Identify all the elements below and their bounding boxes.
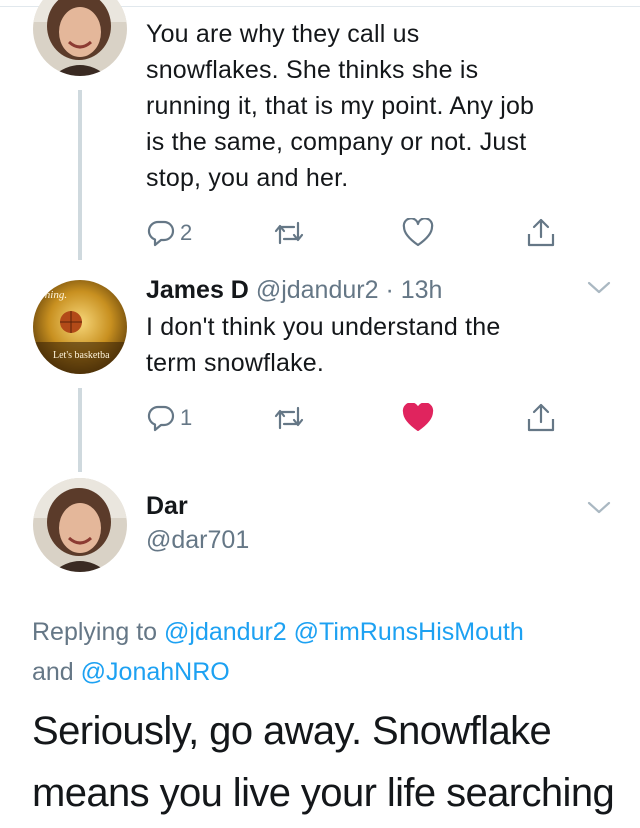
tweet-line: snowflakes. She thinks she is (146, 56, 479, 84)
tweet-line: is the same, company or not. Just (146, 128, 527, 156)
reply-count: 1 (180, 405, 193, 430)
tweet-line: Seriously, go away. Snowflake (32, 709, 552, 753)
share-icon (527, 218, 555, 247)
chevron-down-icon (587, 501, 611, 514)
avatar-caption-bottom: Let's basketba (53, 350, 110, 361)
mention-link[interactable]: @JonahNRO (81, 658, 230, 686)
timestamp[interactable]: 13h (401, 276, 443, 304)
tweet-menu-button[interactable] (586, 500, 612, 521)
tweet-line: running it, that is my point. Any job (146, 92, 535, 120)
tweet-line: term snowflake. (146, 349, 325, 377)
focused-handle-row: @dar701 (146, 524, 249, 556)
like-button[interactable] (402, 398, 434, 438)
separator-dot: · (385, 276, 394, 304)
retweet-icon (274, 221, 304, 245)
thread-line (78, 90, 82, 260)
tweet-line: You are why they call us (146, 20, 420, 48)
chevron-down-icon (587, 281, 611, 294)
tweet-text: You are why they call us snowflakes. She… (146, 16, 534, 196)
avatar-photo: orning. Let's basketba (33, 280, 127, 374)
tweet-line: means you live your life searching (32, 771, 615, 815)
retweet-icon (274, 406, 304, 430)
like-button[interactable] (402, 213, 434, 253)
mention-link[interactable]: @jdandur2 (164, 618, 287, 646)
tweet-text: I don't think you understand the term sn… (146, 309, 500, 381)
share-button[interactable] (526, 398, 556, 438)
reply-icon (147, 220, 175, 247)
mention-link[interactable]: @TimRunsHisMouth (294, 618, 524, 646)
retweet-button[interactable] (272, 213, 306, 253)
user-handle[interactable]: @dar701 (146, 526, 249, 554)
reply-button[interactable]: 2 (146, 213, 192, 253)
replying-to-label: Replying to (32, 618, 158, 646)
display-name[interactable]: Dar (146, 492, 188, 520)
avatar-photo (33, 0, 127, 76)
like-icon (402, 218, 434, 247)
replying-to-joiner: and (32, 658, 74, 686)
focused-name-row: Dar (146, 490, 188, 522)
tweet-actions: 1 (146, 398, 576, 438)
tweet-line: stop, you and her. (146, 164, 349, 192)
reply-button[interactable]: 1 (146, 398, 192, 438)
avatar[interactable] (33, 0, 127, 76)
reply-count: 2 (180, 220, 193, 245)
replying-to: Replying to @jdandur2 @TimRunsHisMouth a… (32, 612, 612, 692)
tweet-header: James D @jdandur2 · 13h (146, 274, 442, 306)
thread-line (78, 388, 82, 472)
share-button[interactable] (526, 213, 556, 253)
reply-icon (147, 405, 175, 432)
avatar-photo (33, 478, 127, 572)
tweet-line: I don't think you understand the (146, 313, 501, 341)
tweet-menu-button[interactable] (586, 280, 612, 301)
share-icon (527, 403, 555, 432)
avatar[interactable]: orning. Let's basketba (33, 280, 127, 374)
focused-tweet-text: Seriously, go away. Snowflake means you … (32, 700, 632, 824)
display-name[interactable]: James D (146, 276, 249, 304)
avatar[interactable] (33, 478, 127, 572)
avatar-caption-top: orning. (35, 289, 67, 301)
user-handle[interactable]: @jdandur2 (256, 276, 379, 304)
retweet-button[interactable] (272, 398, 306, 438)
like-icon-filled (402, 403, 434, 431)
tweet-actions: 2 (146, 213, 576, 253)
